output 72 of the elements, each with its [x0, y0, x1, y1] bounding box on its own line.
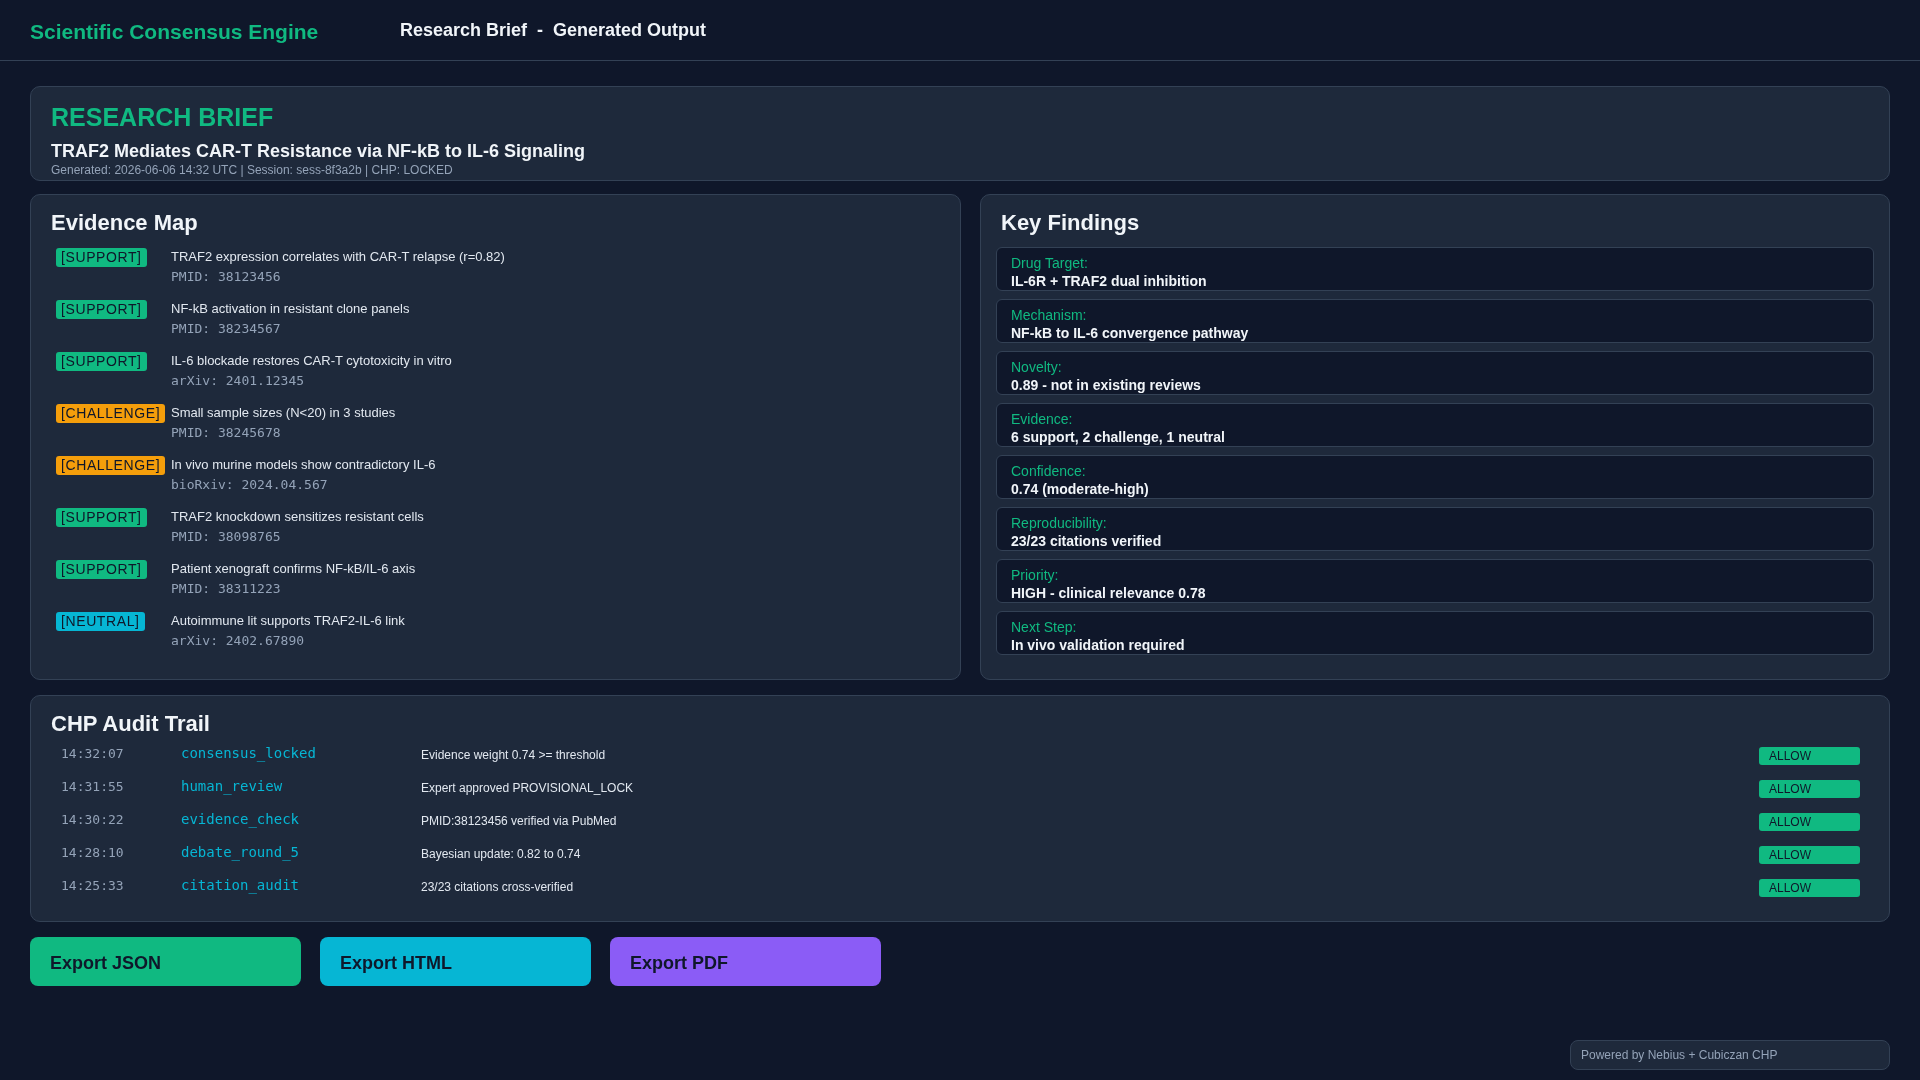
source-text: PMID: 38123456	[171, 268, 282, 286]
finding-label: Evidence:	[1011, 410, 1074, 428]
finding-label: Drug Target:	[1011, 254, 1089, 272]
page-subtitle: Research Brief - Generated Output	[400, 19, 707, 41]
finding-value: HIGH - clinical relevance 0.78	[1011, 584, 1207, 602]
audit-event: citation_audit	[181, 876, 299, 893]
source-text: PMID: 38234567	[171, 320, 282, 338]
decision-tag: ALLOW	[1759, 747, 1860, 765]
audit-event: debate_round_5	[181, 843, 299, 860]
audit-detail: Bayesian update: 0.82 to 0.74	[421, 846, 581, 861]
finding-label: Reproducibility:	[1011, 514, 1108, 532]
claim-text: NF-kB activation in resistant clone panels	[171, 300, 411, 318]
source-text: bioRxiv: 2024.04.567	[171, 476, 329, 494]
audit-detail: 23/23 citations cross-verified	[421, 879, 574, 894]
source-text: arXiv: 2402.67890	[171, 632, 306, 650]
finding-label: Priority:	[1011, 566, 1060, 584]
finding-value: NF-kB to IL-6 convergence pathway	[1011, 324, 1250, 342]
evidence-tag: [SUPPORT]	[56, 248, 147, 267]
audit-detail: Expert approved PROVISIONAL_LOCK	[421, 780, 634, 795]
finding-value: 0.74 (moderate-high)	[1011, 480, 1150, 498]
finding-label: Novelty:	[1011, 358, 1063, 376]
audit-time: 14:30:22	[61, 811, 124, 827]
decision-tag: ALLOW	[1759, 813, 1860, 831]
decision-tag: ALLOW	[1759, 846, 1860, 864]
audit-time: 14:32:07	[61, 745, 124, 761]
evidence-tag: [SUPPORT]	[56, 560, 147, 579]
finding-value: In vivo validation required	[1011, 636, 1186, 654]
claim-text: Small sample sizes (N<20) in 3 studies	[171, 404, 397, 422]
finding-value: 0.89 - not in existing reviews	[1011, 376, 1202, 394]
brief-title: TRAF2 Mediates CAR-T Resistance via NF-kB to IL-6 Signaling	[51, 140, 587, 162]
audit-event: human_review	[181, 777, 283, 794]
export-button[interactable]: Export PDF	[610, 937, 881, 986]
app-title: Scientific Consensus Engine	[30, 20, 320, 44]
claim-text: TRAF2 expression correlates with CAR-T relapse (r=0.82)	[171, 248, 506, 266]
audit-detail: Evidence weight 0.74 >= threshold	[421, 747, 606, 762]
export-button[interactable]: Export JSON	[30, 937, 301, 986]
audit-event: consensus_locked	[181, 744, 316, 761]
source-text: PMID: 38245678	[171, 424, 282, 442]
claim-text: Patient xenograft confirms NF-kB/IL-6 axis	[171, 560, 417, 578]
finding-value: IL-6R + TRAF2 dual inhibition	[1011, 272, 1208, 290]
evidence-tag: [SUPPORT]	[56, 300, 147, 319]
section-heading: Key Findings	[1001, 209, 1141, 237]
finding-label: Confidence:	[1011, 462, 1087, 480]
evidence-tag: [SUPPORT]	[56, 508, 147, 527]
evidence-tag: [CHALLENGE]	[56, 456, 166, 475]
claim-text: TRAF2 knockdown sensitizes resistant cells	[171, 508, 425, 526]
finding-value: 23/23 citations verified	[1011, 532, 1163, 550]
decision-tag: ALLOW	[1759, 780, 1860, 798]
claim-text: Autoimmune lit supports TRAF2-IL-6 link	[171, 612, 406, 630]
evidence-tag: [NEUTRAL]	[56, 612, 145, 631]
claim-text: IL-6 blockade restores CAR-T cytotoxicity in vitro	[171, 352, 453, 370]
section-heading: CHP Audit Trail	[51, 710, 211, 738]
export-button[interactable]: Export HTML	[320, 937, 591, 986]
decision-tag: ALLOW	[1759, 879, 1860, 897]
evidence-tag: [SUPPORT]	[56, 352, 147, 371]
audit-event: evidence_check	[181, 810, 299, 827]
finding-label: Mechanism:	[1011, 306, 1088, 324]
footer-note: Powered by Nebius + Cubiczan CHP	[1570, 1040, 1890, 1070]
source-text: arXiv: 2401.12345	[171, 372, 306, 390]
audit-detail: PMID:38123456 verified via PubMed	[421, 813, 617, 828]
section-heading: Evidence Map	[51, 209, 199, 237]
source-text: PMID: 38098765	[171, 528, 282, 546]
audit-time: 14:31:55	[61, 778, 124, 794]
audit-time: 14:28:10	[61, 844, 124, 860]
audit-time: 14:25:33	[61, 877, 124, 893]
finding-label: Next Step:	[1011, 618, 1078, 636]
brief-meta: Generated: 2026-06-06 14:32 UTC | Session: sess-8f3a2b | CHP: LOCKED	[51, 162, 454, 178]
finding-value: 6 support, 2 challenge, 1 neutral	[1011, 428, 1226, 446]
source-text: PMID: 38311223	[171, 580, 282, 598]
brief-heading: RESEARCH BRIEF	[51, 102, 275, 132]
claim-text: In vivo murine models show contradictory IL-6	[171, 456, 437, 474]
evidence-tag: [CHALLENGE]	[56, 404, 166, 423]
